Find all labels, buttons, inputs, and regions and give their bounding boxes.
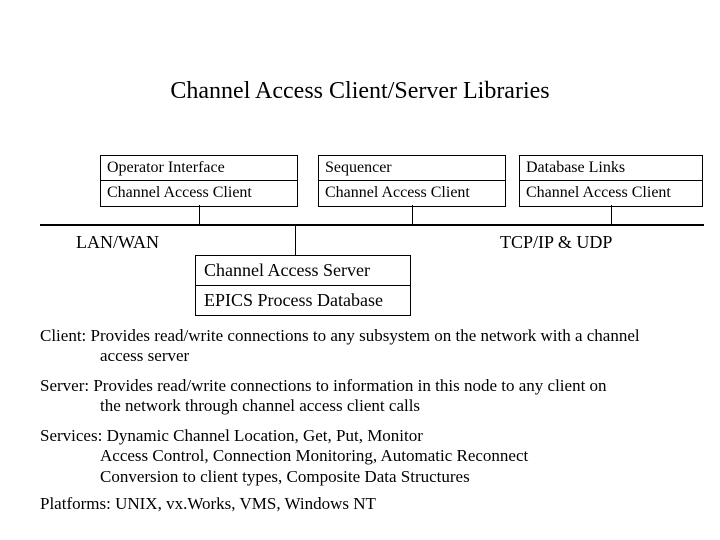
box-sequencer: Sequencer — [318, 155, 506, 182]
text: Access Control, Connection Monitoring, A… — [100, 446, 690, 466]
connector-line — [295, 225, 296, 255]
paragraph-services: Services: Dynamic Channel Location, Get,… — [40, 426, 690, 487]
bus-label-right: TCP/IP & UDP — [500, 232, 612, 253]
box-epics-database: EPICS Process Database — [195, 285, 411, 316]
box-database-links: Database Links — [519, 155, 703, 182]
box-ca-server: Channel Access Server — [195, 255, 411, 286]
label: Client: — [40, 326, 91, 345]
label: Services: — [40, 426, 107, 445]
text: Conversion to client types, Composite Da… — [100, 467, 690, 487]
paragraph-platforms: Platforms: UNIX, vx.Works, VMS, Windows … — [40, 494, 690, 514]
box-ca-client-1: Channel Access Client — [100, 180, 298, 207]
text: Provides read/write connections to infor… — [93, 376, 606, 395]
label: Platforms: — [40, 494, 115, 513]
text: Dynamic Channel Location, Get, Put, Moni… — [107, 426, 423, 445]
bus-line — [40, 224, 704, 226]
box-ca-client-2: Channel Access Client — [318, 180, 506, 207]
label: Server: — [40, 376, 93, 395]
text: Provides read/write connections to any s… — [91, 326, 640, 345]
paragraph-server: Server: Provides read/write connections … — [40, 376, 690, 417]
connector-line — [611, 205, 612, 225]
box-operator-interface: Operator Interface — [100, 155, 298, 182]
text: UNIX, vx.Works, VMS, Windows NT — [115, 494, 376, 513]
connector-line — [412, 205, 413, 225]
text: the network through channel access clien… — [100, 396, 690, 416]
diagram-title: Channel Access Client/Server Libraries — [0, 78, 720, 105]
text: access server — [100, 346, 690, 366]
paragraph-client: Client: Provides read/write connections … — [40, 326, 690, 367]
bus-label-left: LAN/WAN — [76, 232, 159, 253]
box-ca-client-3: Channel Access Client — [519, 180, 703, 207]
connector-line — [199, 205, 200, 225]
